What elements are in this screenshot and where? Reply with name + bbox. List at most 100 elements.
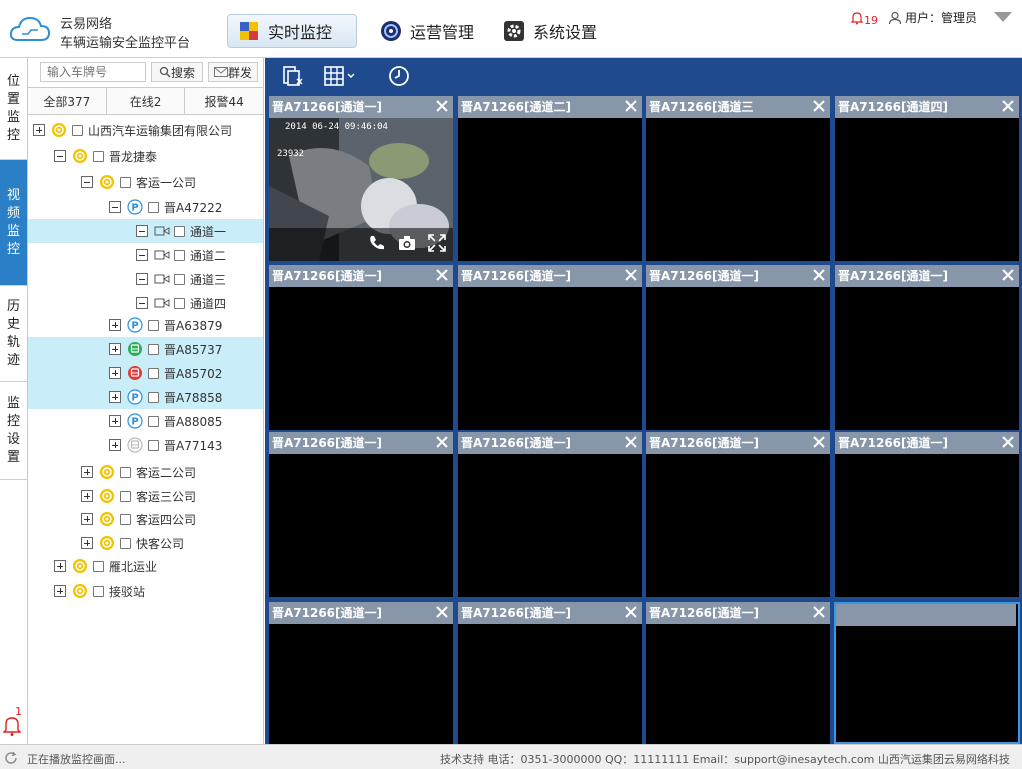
- tree-node-vehicle[interactable]: 晋A77143: [28, 433, 263, 457]
- video-cell[interactable]: 晋A71266[通道一]: [269, 265, 453, 430]
- tree-checkbox[interactable]: [120, 513, 131, 525]
- fullscreen-icon[interactable]: [427, 233, 447, 253]
- close-icon[interactable]: [624, 605, 638, 619]
- tree-node-company[interactable]: 客运二公司: [28, 460, 263, 484]
- side-alarm-bell[interactable]: 1: [3, 705, 27, 737]
- tree-checkbox[interactable]: [93, 585, 104, 597]
- close-icon[interactable]: [812, 605, 826, 619]
- nav-system-settings[interactable]: 系统设置: [493, 14, 623, 48]
- expand-icon[interactable]: [109, 319, 121, 331]
- collapse-icon[interactable]: [136, 297, 148, 309]
- tree-node-keyun1[interactable]: 客运一公司: [28, 170, 263, 194]
- tree-node-company[interactable]: 客运四公司: [28, 507, 263, 531]
- close-icon[interactable]: [1001, 268, 1015, 282]
- tree-checkbox[interactable]: [148, 391, 159, 403]
- tree-checkbox[interactable]: [93, 560, 104, 572]
- video-cell[interactable]: 晋A71266[通道一]: [269, 602, 453, 744]
- tree-checkbox[interactable]: [148, 439, 159, 451]
- tree-node-channel[interactable]: 通道一: [28, 219, 263, 243]
- tree-node-vehicle[interactable]: 晋A85702: [28, 361, 263, 385]
- tree-checkbox[interactable]: [72, 124, 83, 136]
- user-info[interactable]: 用户： 管理员: [888, 9, 977, 26]
- group-send-button[interactable]: 群发: [208, 62, 258, 82]
- grid-layout-icon[interactable]: [323, 65, 359, 87]
- video-cell[interactable]: 晋A71266[通道一]: [458, 265, 642, 430]
- expand-icon[interactable]: [109, 415, 121, 427]
- expand-icon[interactable]: [109, 439, 121, 451]
- expand-icon[interactable]: [81, 513, 93, 525]
- plate-search-input[interactable]: [40, 62, 146, 82]
- tree-node-vehicle[interactable]: 晋A85737: [28, 337, 263, 361]
- tree-checkbox[interactable]: [148, 415, 159, 427]
- video-cell[interactable]: 晋A71266[通道二]: [458, 96, 642, 261]
- chevron-down-icon[interactable]: [993, 11, 1013, 23]
- tree-checkbox[interactable]: [148, 343, 159, 355]
- video-cell[interactable]: 晋A71266[通道一]: [646, 602, 830, 744]
- video-cell[interactable]: 晋A71266[通道一]: [458, 602, 642, 744]
- expand-icon[interactable]: [81, 490, 93, 502]
- collapse-icon[interactable]: [109, 201, 121, 213]
- nav-realtime-monitor[interactable]: 实时监控: [227, 14, 357, 48]
- close-icon[interactable]: [435, 268, 449, 282]
- tree-node-company[interactable]: 雁北运业: [28, 554, 263, 578]
- expand-icon[interactable]: [54, 560, 66, 572]
- tree-node-channel[interactable]: 通道二: [28, 243, 263, 267]
- close-icon[interactable]: [624, 435, 638, 449]
- close-icon[interactable]: [624, 268, 638, 282]
- video-cell[interactable]: 晋A71266[通道一]: [646, 265, 830, 430]
- close-icon[interactable]: [624, 99, 638, 113]
- tree-node-company[interactable]: 快客公司: [28, 531, 263, 555]
- collapse-icon[interactable]: [136, 249, 148, 261]
- video-cell[interactable]: 晋A71266[通道一]: [835, 432, 1019, 597]
- tree-node-company[interactable]: 接驳站: [28, 579, 263, 603]
- tree-checkbox[interactable]: [174, 225, 185, 237]
- collapse-icon[interactable]: [81, 176, 93, 188]
- phone-icon[interactable]: [367, 233, 387, 253]
- close-icon[interactable]: [1001, 435, 1015, 449]
- tree-checkbox[interactable]: [120, 490, 131, 502]
- video-cell[interactable]: 晋A71266[通道一]: [835, 265, 1019, 430]
- collapse-icon[interactable]: [136, 225, 148, 237]
- video-cell[interactable]: 晋A71266[通道一]: [646, 432, 830, 597]
- video-cell[interactable]: 晋A71266[通道一]: [269, 432, 453, 597]
- nav-operations[interactable]: 运营管理: [370, 14, 490, 48]
- search-button[interactable]: 搜索: [151, 62, 203, 82]
- expand-icon[interactable]: [81, 466, 93, 478]
- tree-checkbox[interactable]: [174, 273, 185, 285]
- close-icon[interactable]: [812, 99, 826, 113]
- collapse-icon[interactable]: [136, 273, 148, 285]
- expand-icon[interactable]: [81, 537, 93, 549]
- tab-video-monitor[interactable]: 视频监控: [0, 160, 27, 286]
- tree-node-vehicle[interactable]: P 晋A63879: [28, 313, 263, 337]
- expand-icon[interactable]: [109, 391, 121, 403]
- tab-history-track[interactable]: 历史轨迹: [0, 286, 27, 382]
- expand-icon[interactable]: [33, 124, 45, 136]
- video-cell[interactable]: 晋A71266[通道一]: [458, 432, 642, 597]
- tree-checkbox[interactable]: [174, 249, 185, 261]
- close-icon[interactable]: [435, 99, 449, 113]
- close-icon[interactable]: [435, 435, 449, 449]
- video-cell[interactable]: 晋A71266[通道一] 2014 06-24 09:46:04 23932: [269, 96, 453, 261]
- tree-checkbox[interactable]: [120, 176, 131, 188]
- tree-checkbox[interactable]: [93, 150, 104, 162]
- clock-icon[interactable]: [387, 65, 411, 87]
- tree-checkbox[interactable]: [120, 537, 131, 549]
- tree-node-vehicle[interactable]: P 晋A47222: [28, 195, 263, 219]
- tree-checkbox[interactable]: [120, 466, 131, 478]
- snapshot-camera-icon[interactable]: [397, 233, 417, 253]
- video-cell-selected[interactable]: [834, 602, 1020, 744]
- close-icon[interactable]: [812, 435, 826, 449]
- tab-position-monitor[interactable]: 位置监控: [0, 58, 27, 160]
- close-icon[interactable]: [812, 268, 826, 282]
- tree-node-vehicle[interactable]: P 晋A78858: [28, 385, 263, 409]
- tree-node-channel[interactable]: 通道三: [28, 267, 263, 291]
- tree-checkbox[interactable]: [148, 319, 159, 331]
- tree-checkbox[interactable]: [148, 367, 159, 379]
- tree-node-channel[interactable]: 通道四: [28, 291, 263, 315]
- tree-checkbox[interactable]: [148, 201, 159, 213]
- collapse-icon[interactable]: [54, 150, 66, 162]
- filter-all[interactable]: 全部377: [28, 88, 107, 114]
- expand-icon[interactable]: [109, 343, 121, 355]
- tree-node-jinlong[interactable]: 晋龙捷泰: [28, 144, 263, 168]
- close-all-windows-icon[interactable]: [280, 65, 304, 87]
